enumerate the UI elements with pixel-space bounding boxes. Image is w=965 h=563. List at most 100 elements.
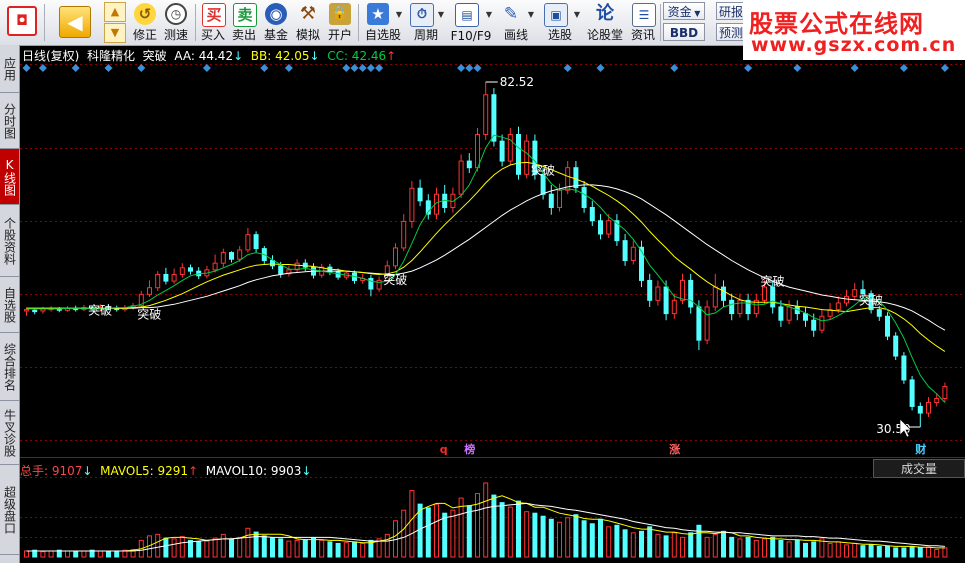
candle-body — [803, 313, 808, 321]
candle — [786, 300, 792, 325]
news-button[interactable]: ☰ 资讯 — [628, 0, 658, 45]
back-button[interactable]: ◀ — [52, 0, 96, 45]
volume-bar — [680, 536, 685, 558]
candle — [229, 251, 234, 263]
period-label: 日线(复权) — [22, 49, 80, 63]
candle — [253, 231, 259, 253]
candle-body — [401, 220, 407, 249]
fix-button[interactable]: ↺ 修正 — [130, 0, 160, 45]
candle — [680, 273, 685, 305]
candle-body — [704, 306, 710, 341]
simulate-button[interactable]: ⚒ 模拟 — [293, 0, 323, 45]
sidebar-tab-intraday[interactable]: 分时图 — [0, 93, 19, 149]
chevron-down-icon[interactable]: ▼ — [486, 10, 492, 19]
candle-body — [876, 309, 882, 317]
candle-body — [589, 206, 595, 222]
candle-body — [548, 193, 554, 208]
chevron-down-icon[interactable]: ▼ — [396, 10, 402, 19]
sidebar-tab-watchlist[interactable]: 自选股 — [0, 277, 19, 333]
forum-button[interactable]: 论 论股堂 — [584, 0, 626, 45]
candle-body — [852, 289, 858, 297]
forecast-button[interactable]: 预测 — [716, 23, 746, 41]
chevron-down-icon[interactable]: ▼ — [528, 10, 534, 19]
candle — [901, 352, 907, 384]
funds-button[interactable]: 资金 ▼ — [663, 2, 705, 20]
candle-body — [147, 287, 152, 295]
candle — [827, 302, 833, 320]
pencil-icon: ✎ — [503, 4, 519, 24]
volume-bar — [335, 542, 341, 558]
candle — [417, 179, 423, 207]
mavol5-value: MAVOL5: 9291 — [100, 464, 189, 478]
sidebar-tab-apps[interactable]: 应用 — [0, 45, 19, 93]
volume-bar — [835, 541, 841, 558]
fund-button[interactable]: ◉ 基金 — [261, 0, 291, 45]
document-icon: ▤ — [455, 3, 479, 27]
candle — [557, 183, 562, 212]
chevron-down-icon[interactable]: ▼ — [438, 10, 444, 19]
kline-chart-panel[interactable]: 82.52 30.50 突破 突破 突破 突破 突破 突破 q 榜涨财 日线(复权) 科隆精化 突… — [20, 45, 965, 563]
candle — [466, 153, 472, 173]
candle — [196, 267, 202, 280]
sidebar-tab-diagnosis[interactable]: 牛叉诊股 — [0, 401, 19, 465]
candles-layer — [24, 82, 948, 427]
candle-body — [909, 379, 915, 407]
speed-test-button[interactable]: ◷ 测速 — [161, 0, 191, 45]
draw-line-button[interactable]: ✎ ▼ 画线 — [496, 0, 536, 45]
up-arrow-icon[interactable]: ▲ — [104, 2, 126, 22]
page-updown-button[interactable]: ▲ ▼ — [100, 0, 128, 45]
candle — [516, 126, 521, 180]
volume-bar — [909, 545, 915, 558]
volume-bar — [942, 547, 948, 558]
sidebar-tab-ranking[interactable]: 综合排名 — [0, 333, 19, 401]
candle-body — [516, 134, 521, 175]
research-button[interactable]: 研报 — [716, 2, 746, 20]
sell-button[interactable]: 卖 卖出 — [229, 0, 259, 45]
volume-bar — [65, 550, 70, 558]
open-account-button[interactable]: 🔒 开户 — [325, 0, 355, 45]
candle — [401, 214, 407, 252]
down-arrow-icon[interactable]: ▼ — [104, 23, 126, 43]
volume-bar — [876, 545, 882, 558]
buy-button[interactable]: 买 买入 — [198, 0, 228, 45]
volume-bar — [155, 533, 161, 558]
sidebar-tab-kline[interactable]: K线图 — [0, 149, 19, 205]
f10-button[interactable]: ▤ ▼ F10/F9 — [448, 0, 494, 45]
volume-bar — [343, 542, 349, 558]
breakout-label: 突破 — [531, 163, 555, 178]
period-button[interactable]: ⏱ ▼ 周期 — [406, 0, 446, 45]
volume-bar — [401, 509, 407, 558]
volume-bar — [188, 539, 193, 558]
bbd-button[interactable]: BBD — [663, 23, 705, 41]
candle — [926, 397, 931, 418]
sidebar-tab-profile[interactable]: 个股资料 — [0, 205, 19, 277]
mavol5-up-arrow-icon: ↑ — [188, 464, 199, 478]
volume-bar — [573, 514, 579, 558]
volume-bar — [491, 494, 497, 558]
volume-bar — [655, 533, 661, 558]
signal-diamond-icon — [899, 64, 908, 72]
app-menu-button[interactable]: ◘ — [2, 0, 42, 45]
candle — [688, 273, 694, 314]
candle-body — [721, 286, 726, 301]
candle — [220, 248, 226, 268]
volume-bar — [852, 542, 858, 558]
candle — [885, 312, 890, 341]
volume-bar — [737, 538, 743, 558]
volume-indicator-tab[interactable]: 成交量 — [873, 459, 965, 478]
event-marker: 涨 — [669, 442, 680, 456]
signal-diamond-icon — [71, 64, 80, 72]
candle — [376, 276, 382, 292]
kline-chart-svg[interactable]: 82.5230.50突破 突破突破突破突破突破q 榜涨财 — [20, 45, 965, 563]
candle-body — [680, 279, 685, 301]
watchlist-button[interactable]: ★ ▼ 自选股 — [362, 0, 404, 45]
chevron-down-icon[interactable]: ▼ — [574, 10, 580, 19]
volume-bar — [868, 544, 874, 558]
sidebar-tab-orderbook[interactable]: 超级盘口 — [0, 465, 19, 555]
volume-bar — [278, 538, 284, 558]
candle — [188, 264, 193, 275]
back-arrow-icon: ◀ — [59, 6, 91, 38]
candle — [712, 273, 718, 311]
volume-bar — [286, 540, 292, 558]
stock-picker-button[interactable]: ▣ ▼ 选股 — [538, 0, 582, 45]
